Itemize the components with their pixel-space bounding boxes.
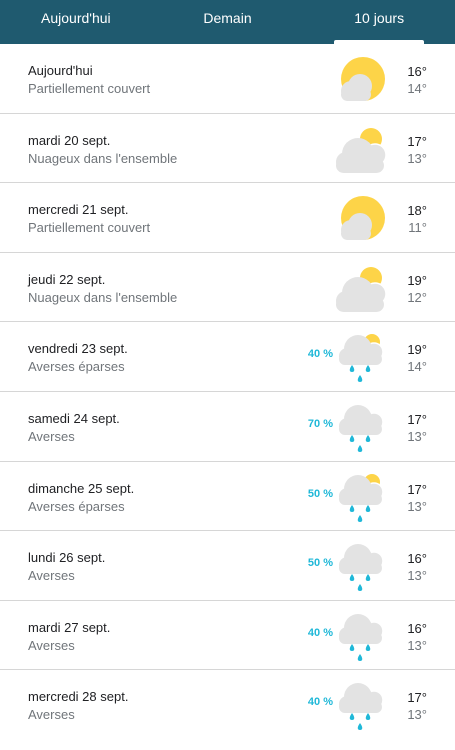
precipitation-chance: 50 %	[307, 557, 333, 570]
forecast-condition: Averses	[28, 428, 75, 444]
temp-low: 13°	[407, 707, 427, 723]
temp-high: 16°	[407, 551, 427, 567]
precipitation-chance: 50 %	[307, 487, 333, 500]
tab-today-label: Aujourd'hui	[41, 10, 111, 26]
temp-low: 13°	[407, 637, 427, 653]
forecast-condition: Partiellement couvert	[28, 220, 151, 236]
tab-tomorrow[interactable]: Demain	[152, 0, 304, 44]
forecast-day: lundi 26 sept.	[28, 550, 106, 566]
forecast-day: jeudi 22 sept.	[28, 271, 106, 287]
forecast-day: mardi 27 sept.	[28, 619, 111, 635]
showers-icon	[334, 402, 386, 454]
temp-high: 19°	[407, 342, 427, 358]
temp-low: 13°	[407, 568, 427, 584]
forecast-condition: Nuageux dans l'ensemble	[28, 150, 178, 166]
temp-high: 17°	[407, 411, 427, 427]
forecast-tabs: Aujourd'hui Demain 10 jours	[0, 0, 455, 44]
forecast-day: mercredi 21 sept.	[28, 202, 129, 218]
forecast-row[interactable]: mardi 27 sept. Averses 40 % 16° 13°	[0, 601, 455, 671]
forecast-condition: Averses	[28, 568, 75, 584]
precipitation-chance: 40 %	[307, 626, 333, 639]
temp-high: 16°	[407, 64, 427, 79]
temp-high: 16°	[407, 620, 427, 636]
temp-high: 17°	[407, 133, 427, 149]
forecast-day: dimanche 25 sept.	[28, 480, 135, 496]
showers-icon	[334, 541, 386, 593]
forecast-day: mardi 20 sept.	[28, 132, 111, 148]
forecast-day: samedi 24 sept.	[28, 410, 120, 426]
forecast-day: vendredi 23 sept.	[28, 341, 128, 357]
temp-low: 12°	[407, 289, 427, 305]
forecast-row[interactable]: lundi 26 sept. Averses 50 % 16° 13°	[0, 531, 455, 601]
tab-today[interactable]: Aujourd'hui	[0, 0, 152, 44]
forecast-row[interactable]: samedi 24 sept. Averses 70 % 17° 13°	[0, 392, 455, 462]
temp-low: 14°	[407, 359, 427, 375]
sun-behind-cloud-icon	[334, 54, 386, 106]
temp-low: 13°	[407, 428, 427, 444]
forecast-row[interactable]: mardi 20 sept. Nuageux dans l'ensemble 17°…	[0, 114, 455, 184]
forecast-row[interactable]: vendredi 23 sept. Averses éparses 40 % 19° 1…	[0, 322, 455, 392]
forecast-condition: Averses éparses	[28, 498, 125, 514]
forecast-row[interactable]: dimanche 25 sept. Averses éparses 50 % 17° 1…	[0, 462, 455, 532]
scattered-showers-icon	[334, 332, 386, 384]
sun-behind-cloud-icon	[334, 193, 386, 245]
forecast-row[interactable]: mercredi 28 sept. Averses 40 % 17° 13°	[0, 670, 455, 740]
temp-low: 11°	[408, 220, 427, 236]
temp-high: 17°	[407, 690, 427, 706]
forecast-day: Aujourd'hui	[28, 63, 93, 78]
forecast-row[interactable]: Aujourd'hui Partiellement couvert 16° 14°	[0, 44, 455, 114]
tab-10-days-label: 10 jours	[354, 10, 405, 26]
showers-icon	[334, 611, 386, 663]
forecast-condition: Averses	[28, 707, 75, 723]
forecast-condition: Nuageux dans l'ensemble	[28, 289, 178, 305]
forecast-row[interactable]: mercredi 21 sept. Partiellement couvert 18…	[0, 183, 455, 253]
temp-low: 13°	[407, 498, 427, 514]
tab-10-days[interactable]: 10 jours	[303, 0, 455, 44]
forecast-row[interactable]: jeudi 22 sept. Nuageux dans l'ensemble 19°…	[0, 253, 455, 323]
precipitation-chance: 40 %	[307, 696, 333, 709]
mostly-cloudy-icon	[334, 124, 387, 176]
precipitation-chance: 70 %	[307, 417, 333, 430]
temp-high: 17°	[407, 481, 427, 497]
forecast-condition: Averses éparses	[28, 359, 125, 375]
temp-high: 18°	[407, 203, 427, 219]
precipitation-chance: 40 %	[307, 348, 333, 361]
temp-high: 19°	[407, 272, 427, 288]
forecast-list: Aujourd'hui Partiellement couvert 16° 14° ma…	[0, 44, 455, 740]
scattered-showers-icon	[334, 472, 386, 524]
mostly-cloudy-icon	[334, 263, 387, 315]
forecast-day: mercredi 28 sept.	[28, 689, 129, 705]
forecast-condition: Partiellement couvert	[28, 81, 151, 96]
showers-icon	[334, 680, 386, 732]
forecast-condition: Averses	[28, 637, 75, 653]
temp-low: 14°	[407, 81, 427, 96]
tab-tomorrow-label: Demain	[203, 10, 252, 26]
temp-low: 13°	[407, 150, 427, 166]
